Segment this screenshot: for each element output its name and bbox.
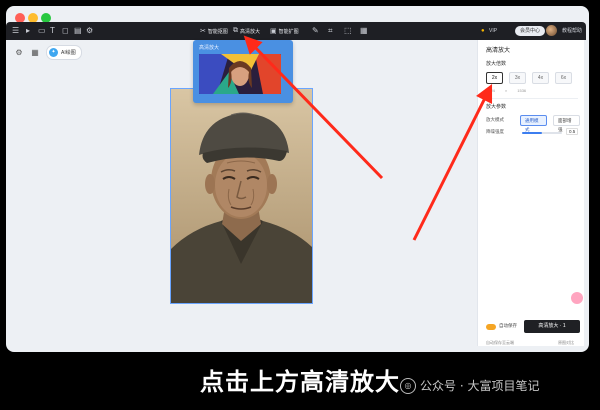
text-icon[interactable]: T (50, 26, 55, 36)
upscale-popup[interactable]: 高清放大 (193, 40, 293, 103)
tool-hd-upscale[interactable]: ⧉ 高清放大 (233, 25, 260, 37)
auto-save-toggle[interactable] (486, 324, 496, 330)
right-settings-panel: 高清放大 放大倍数 2x 3x 4x 6x 1024 × 1536 放大参数 放… (477, 40, 584, 346)
ai-draw-button[interactable]: ✦ AI绘图 (46, 45, 82, 60)
scale-option-6x[interactable]: 6x (555, 72, 572, 84)
user-avatar[interactable] (546, 25, 557, 36)
divider (484, 98, 578, 99)
popup-preview-thumbnail[interactable] (199, 54, 281, 94)
floating-assistant-button[interactable] (571, 292, 583, 304)
output-width: 1024 (486, 88, 495, 93)
menu-icon[interactable]: ☰ (12, 26, 19, 36)
wechat-logo-icon: ◎ (400, 377, 416, 394)
old-man-portrait (171, 89, 312, 303)
mode-option-face[interactable]: 面部增强 (553, 114, 580, 132)
scale-option-2x[interactable]: 2x (486, 72, 503, 84)
canvas-photo[interactable] (170, 88, 313, 304)
watermark-text: 公众号 · 大富项目笔记 (420, 379, 540, 393)
upscale-icon: ⧉ (233, 27, 238, 34)
strength-slider-fill (522, 132, 542, 134)
export-icon[interactable]: ⬚ (344, 26, 352, 36)
top-toolbar: ☰ ▸ ▭ T ◻ ▤ ⚙ ✂ 智能抠图 ⧉ 高清放大 ▣ 智能扩图 ✎ ⌗ ⬚… (6, 22, 586, 40)
footer-cloud-save[interactable]: 自动保存至云端 (486, 340, 514, 346)
settings-section-label: 放大参数 (486, 104, 507, 110)
layers-icon[interactable]: ▦ (360, 26, 368, 36)
help-link[interactable]: 教程帮助 (562, 26, 582, 36)
mode-option-general[interactable]: 通用模式 (520, 114, 547, 132)
select-icon[interactable]: ▸ (26, 26, 30, 36)
preview-image (199, 54, 281, 94)
scale-options: 2x 3x 4x 6x (486, 72, 572, 84)
tool-smart-expand[interactable]: ▣ 智能扩图 (270, 25, 299, 37)
shape-icon[interactable]: ◻ (62, 26, 69, 36)
scale-option-3x[interactable]: 3x (509, 72, 526, 84)
screenshot-root: ☰ ▸ ▭ T ◻ ▤ ⚙ ✂ 智能抠图 ⧉ 高清放大 ▣ 智能扩图 ✎ ⌗ ⬚… (0, 0, 600, 410)
canvas-left-tools: ⚙ ▦ ✦ AI绘图 (14, 45, 82, 60)
watermark: ◎ 公众号 · 大富项目笔记 (400, 377, 539, 394)
auto-save-label: 自动保存 (499, 323, 517, 328)
output-size: 1024 × 1536 (486, 88, 526, 93)
strength-value[interactable]: 0.5 (566, 128, 579, 135)
output-height: 1536 (517, 88, 527, 93)
expand-icon: ▣ (270, 28, 277, 35)
cutout-icon: ✂ (200, 28, 206, 35)
ai-icon: ✦ (49, 48, 58, 57)
size-separator: × (504, 88, 508, 93)
strength-label: 降噪强度 (486, 129, 504, 134)
scale-section-label: 放大倍数 (486, 61, 507, 67)
layout-icon[interactable]: ▤ (74, 26, 82, 36)
settings-icon[interactable]: ⚙ (14, 48, 24, 58)
mode-label: 放大模式 (486, 117, 504, 122)
credit-icon: ● (481, 28, 485, 34)
grid-icon[interactable]: ▦ (30, 48, 40, 58)
more-icon[interactable]: ⚙ (86, 26, 93, 36)
scale-option-4x[interactable]: 4x (532, 72, 549, 84)
mode-row: 放大模式 通用模式 面部增强 (486, 114, 580, 132)
erase-icon[interactable]: ✎ (312, 26, 319, 36)
frame-icon[interactable]: ▭ (38, 26, 46, 36)
panel-title: 高清放大 (486, 48, 511, 54)
strength-slider[interactable] (522, 132, 562, 134)
credit-label: VIP (489, 28, 498, 34)
upgrade-button[interactable]: 会员中心 (515, 26, 546, 36)
tool-smart-cutout[interactable]: ✂ 智能抠图 (200, 25, 228, 37)
crop-icon[interactable]: ⌗ (328, 26, 333, 36)
start-upscale-button[interactable]: 高清放大 · 1 (524, 320, 580, 333)
footer-compare[interactable]: 原图对比 (558, 340, 574, 346)
popup-title: 高清放大 (199, 45, 220, 51)
